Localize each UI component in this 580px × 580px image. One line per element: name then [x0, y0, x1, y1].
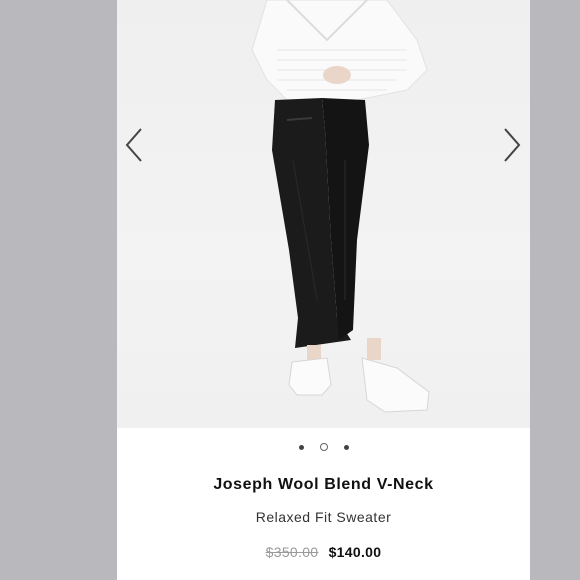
chevron-left-icon	[125, 128, 142, 162]
chevron-right-icon	[504, 128, 521, 162]
product-photo[interactable]	[117, 0, 530, 428]
price-row: $350.00 $140.00	[117, 544, 530, 560]
carousel-dot-1[interactable]	[298, 444, 304, 450]
product-subtitle: Relaxed Fit Sweater	[255, 509, 392, 525]
carousel-pagination	[117, 440, 530, 454]
carousel-prev-button[interactable]	[119, 125, 149, 165]
carousel-dot-3[interactable]	[343, 444, 349, 450]
carousel-next-button[interactable]	[497, 125, 527, 165]
product-card: Joseph Wool Blend V-Neck Relaxed Fit Swe…	[117, 0, 530, 580]
carousel-dot-2-active[interactable]	[319, 443, 328, 451]
model-illustration	[251, 0, 430, 413]
product-title[interactable]: Joseph Wool Blend V-Neck	[117, 476, 530, 494]
original-price: $350.00	[265, 544, 319, 560]
sale-price: $140.00	[328, 544, 382, 560]
